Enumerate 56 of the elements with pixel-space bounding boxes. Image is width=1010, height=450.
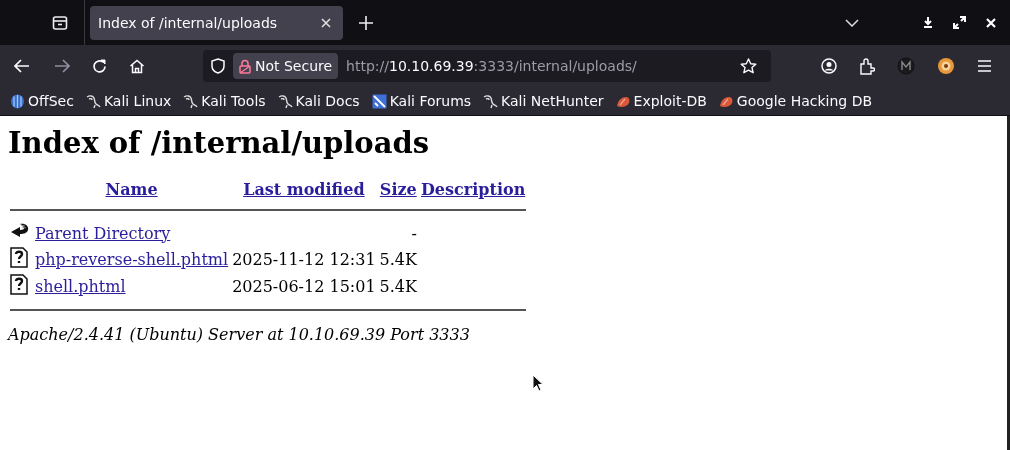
bookmark-item[interactable]: Exploit-DB (615, 93, 707, 109)
column-sort-link[interactable]: Name (105, 180, 158, 199)
column-sort-link[interactable]: Size (379, 180, 417, 199)
puzzle-icon[interactable] (859, 57, 875, 75)
unknown-file-icon (10, 247, 28, 268)
column-sort-link[interactable]: Description (421, 180, 526, 199)
shield-icon[interactable] (211, 58, 225, 74)
star-icon[interactable] (740, 58, 757, 74)
minimize-icon[interactable] (923, 17, 933, 28)
page-heading: Index of /internal/uploads (8, 126, 431, 160)
new-tab-icon[interactable] (359, 15, 374, 30)
bookmark-item[interactable]: Kali NetHunter (483, 93, 604, 109)
reload-icon[interactable] (92, 58, 107, 74)
mouse-cursor-icon (532, 374, 544, 392)
bookmark-item[interactable]: Google Hacking DB (718, 93, 873, 109)
globe-icon (10, 93, 25, 109)
tab-title: Index of /internal/uploads (98, 14, 278, 31)
not-secure-button[interactable]: Not Secure (233, 53, 339, 79)
file-link[interactable]: Parent Directory (35, 223, 171, 243)
dragon-icon (277, 93, 293, 109)
close-icon[interactable] (321, 17, 332, 28)
back-icon[interactable] (14, 59, 30, 73)
dragon-icon (85, 93, 101, 109)
forward-icon[interactable] (54, 59, 70, 73)
dragon-icon (483, 93, 499, 109)
bug-icon (718, 94, 734, 108)
chevron-down-icon[interactable] (845, 18, 859, 27)
browser-tab[interactable]: Index of /internal/uploads (90, 5, 344, 40)
unknown-file-icon (10, 274, 28, 295)
server-signature: Apache/2.4.41 (Ubuntu) Server at 10.10.69.39 Port 3333 (8, 325, 471, 344)
file-size: - (411, 223, 417, 243)
url-text[interactable]: http://10.10.69.39:3333/internal/uploads/ (346, 58, 637, 74)
file-link[interactable]: php-reverse-shell.phtml (35, 250, 229, 269)
address-bar[interactable]: Not Secure http://10.10.69.39:3333/internal/uploads/ (203, 50, 771, 82)
column-sort-link[interactable]: Last modified (243, 180, 365, 199)
file-size: 5.4K (379, 250, 417, 269)
account-icon[interactable] (821, 58, 837, 74)
tab-overview-icon[interactable] (52, 15, 68, 30)
bookmark-item[interactable]: OffSec (10, 93, 74, 109)
home-icon[interactable] (129, 58, 145, 74)
bookmark-item[interactable]: Kali Tools (183, 93, 266, 109)
extension-icon[interactable] (937, 57, 955, 75)
bookmark-item[interactable]: Kali Linux (85, 93, 172, 109)
forum-icon (371, 93, 387, 109)
modified-date: 2025-11-12 12:31 (232, 250, 376, 269)
dragon-icon (183, 93, 199, 109)
maximize-icon[interactable] (953, 16, 966, 29)
file-size: 5.4K (379, 277, 417, 296)
lock-icon (239, 58, 251, 74)
menu-icon[interactable] (977, 60, 992, 72)
bookmark-item[interactable]: Kali Forums (371, 93, 472, 109)
file-link[interactable]: shell.phtml (35, 277, 126, 296)
modified-date: 2025-06-12 15:01 (232, 277, 376, 296)
bookmark-item[interactable]: Kali Docs (277, 93, 360, 109)
extension-icon[interactable] (897, 57, 915, 75)
bug-icon (615, 94, 631, 108)
